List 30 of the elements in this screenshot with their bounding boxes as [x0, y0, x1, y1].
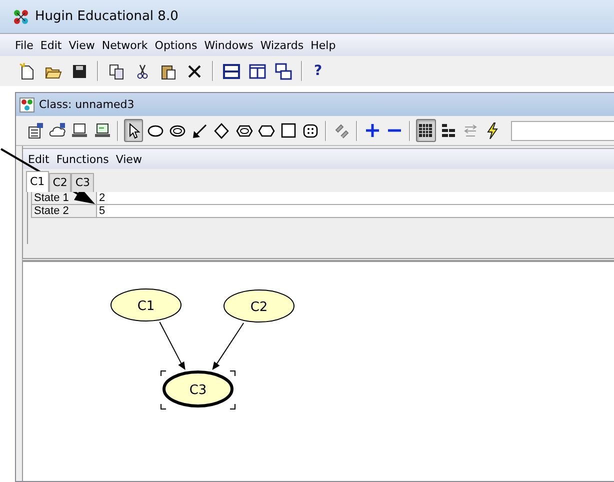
- arrow: [212, 322, 244, 370]
- table-icon[interactable]: [416, 119, 436, 142]
- tab[interactable]: C3: [71, 173, 94, 192]
- node[interactable]: C1: [110, 288, 182, 322]
- menu-item[interactable]: Edit: [28, 152, 50, 166]
- table-cell: 2: [97, 192, 614, 205]
- menu-item[interactable]: Help: [310, 38, 336, 52]
- arrow: [159, 322, 186, 370]
- tab[interactable]: C2: [48, 173, 72, 192]
- tab[interactable]: C1: [26, 171, 49, 192]
- node[interactable]: C2: [224, 290, 294, 322]
- menu-item[interactable]: Edit: [40, 38, 62, 52]
- window-title: Class: unnamed3: [39, 98, 134, 111]
- menu-item[interactable]: View: [116, 152, 142, 166]
- menu-item[interactable]: File: [15, 38, 34, 52]
- class-icon: [19, 96, 35, 112]
- node[interactable]: C3: [162, 370, 234, 408]
- table-cell: 5: [97, 205, 614, 218]
- menu-item[interactable]: Functions: [56, 152, 109, 166]
- menu-item[interactable]: View: [68, 38, 95, 52]
- app-icon: [13, 8, 29, 24]
- menu-item[interactable]: Windows: [204, 38, 254, 52]
- menu-item[interactable]: Options: [154, 38, 198, 52]
- window-title: Hugin Educational 8.0: [35, 9, 178, 24]
- table-cell: State 2: [31, 205, 97, 218]
- menu-item[interactable]: Wizards: [260, 38, 304, 52]
- menu-item[interactable]: Network: [102, 38, 148, 52]
- text-field[interactable]: [511, 120, 614, 140]
- help-button[interactable]: ?: [310, 63, 326, 79]
- pointer-icon[interactable]: [124, 119, 143, 142]
